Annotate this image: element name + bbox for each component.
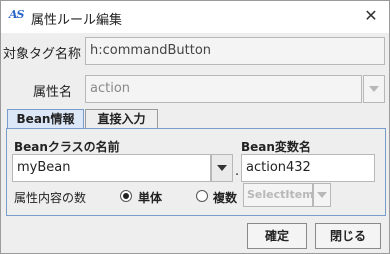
multiple-radio[interactable] — [196, 190, 208, 202]
chevron-down-icon — [369, 86, 379, 92]
bean-info-panel: Beanクラスの名前 Bean変数名 myBean . action432 属性… — [6, 128, 386, 216]
dialog-window: AS 属性ルール編集 ✕ 対象タグ名称 h:commandButton 属性名 … — [0, 0, 390, 254]
attribute-name-value: action — [90, 81, 131, 96]
bean-class-value: myBean — [17, 160, 71, 175]
single-radio-label[interactable]: 単体 — [138, 189, 162, 206]
confirm-button[interactable]: 確定 — [247, 223, 307, 249]
multiple-radio-label[interactable]: 複数 — [213, 189, 237, 206]
bean-class-combobox[interactable]: myBean — [12, 154, 211, 182]
window-title: 属性ルール編集 — [31, 13, 123, 28]
title-bar: AS 属性ルール編集 ✕ — [1, 1, 389, 33]
attribute-dropdown-button[interactable] — [363, 75, 385, 103]
target-tag-field: h:commandButton — [85, 37, 385, 65]
chevron-down-icon — [217, 165, 227, 171]
select-item-combobox[interactable]: SelectItem — [243, 183, 314, 207]
attribute-count-label: 属性内容の数 — [14, 191, 87, 205]
chevron-down-icon — [317, 192, 327, 198]
target-tag-value: h:commandButton — [90, 43, 212, 58]
target-tag-label: 対象タグ名称 — [3, 47, 82, 62]
attribute-name-label: 属性名 — [33, 85, 73, 100]
close-button[interactable]: 閉じる — [315, 223, 381, 249]
bean-variable-input[interactable]: action432 — [241, 154, 375, 182]
dot-separator: . — [235, 164, 240, 179]
app-icon: AS — [9, 8, 24, 21]
bean-class-dropdown-button[interactable] — [211, 154, 233, 182]
bean-variable-label: Bean変数名 — [241, 140, 311, 154]
single-radio[interactable] — [120, 190, 132, 202]
close-icon[interactable]: ✕ — [359, 4, 383, 28]
select-item-dropdown-button[interactable] — [313, 183, 331, 207]
tab-direct-input[interactable]: 直接入力 — [85, 109, 158, 128]
attribute-name-combobox[interactable]: action — [85, 75, 362, 103]
bean-variable-value: action432 — [246, 160, 311, 175]
tab-bean-info[interactable]: Bean情報 — [7, 109, 84, 129]
bean-class-label: Beanクラスの名前 — [14, 140, 120, 154]
select-item-value: SelectItem — [247, 188, 314, 201]
